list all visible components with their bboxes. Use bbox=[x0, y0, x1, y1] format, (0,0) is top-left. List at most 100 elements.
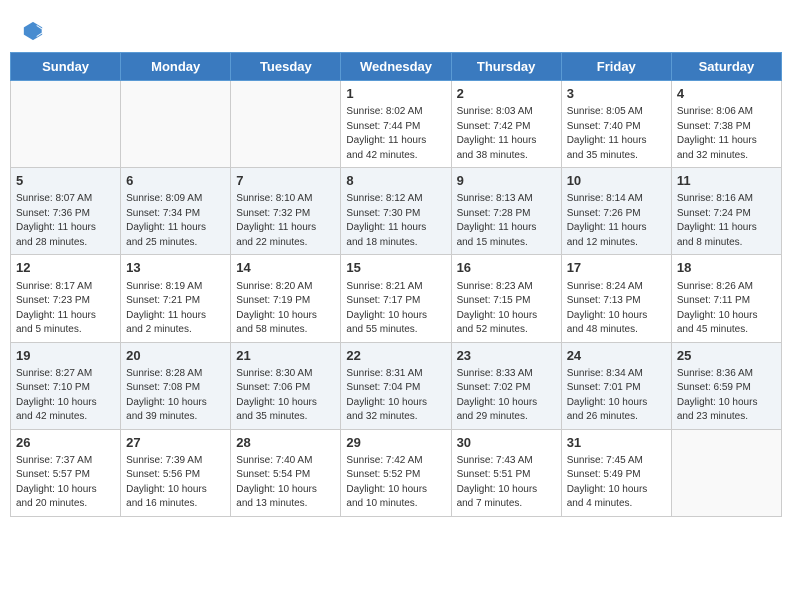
weekday-header: Monday bbox=[121, 53, 231, 81]
calendar-cell: 16 Sunrise: 8:23 AM Sunset: 7:15 PM Dayli… bbox=[451, 255, 561, 342]
weekday-header-row: SundayMondayTuesdayWednesdayThursdayFrid… bbox=[11, 53, 782, 81]
calendar-cell: 23 Sunrise: 8:33 AM Sunset: 7:02 PM Dayli… bbox=[451, 342, 561, 429]
day-number: 1 bbox=[346, 85, 445, 103]
calendar-week-row: 26 Sunrise: 7:37 AM Sunset: 5:57 PM Dayli… bbox=[11, 429, 782, 516]
day-info: Sunrise: 8:26 AM Sunset: 7:11 PM Dayligh… bbox=[677, 280, 776, 338]
weekday-header: Tuesday bbox=[231, 53, 341, 81]
day-info: Sunrise: 7:43 AM Sunset: 5:51 PM Dayligh… bbox=[457, 454, 556, 512]
day-number: 7 bbox=[236, 172, 335, 190]
calendar-cell: 22 Sunrise: 8:31 AM Sunset: 7:04 PM Dayli… bbox=[341, 342, 451, 429]
calendar-cell bbox=[11, 81, 121, 168]
day-info: Sunrise: 8:02 AM Sunset: 7:44 PM Dayligh… bbox=[346, 105, 445, 163]
calendar-cell: 10 Sunrise: 8:14 AM Sunset: 7:26 PM Dayli… bbox=[561, 168, 671, 255]
day-number: 3 bbox=[567, 85, 666, 103]
calendar-cell: 2Sunrise: 8:03 AM Sunset: 7:42 PM Daylig… bbox=[451, 81, 561, 168]
day-number: 31 bbox=[567, 434, 666, 452]
day-info: Sunrise: 8:34 AM Sunset: 7:01 PM Dayligh… bbox=[567, 367, 666, 425]
day-info: Sunrise: 8:14 AM Sunset: 7:26 PM Dayligh… bbox=[567, 192, 666, 250]
day-info: Sunrise: 8:12 AM Sunset: 7:30 PM Dayligh… bbox=[346, 192, 445, 250]
day-number: 27 bbox=[126, 434, 225, 452]
day-number: 24 bbox=[567, 347, 666, 365]
day-info: Sunrise: 8:19 AM Sunset: 7:21 PM Dayligh… bbox=[126, 280, 225, 338]
calendar-cell bbox=[671, 429, 781, 516]
calendar-cell: 4 Sunrise: 8:06 AM Sunset: 7:38 PM Daylig… bbox=[671, 81, 781, 168]
calendar: SundayMondayTuesdayWednesdayThursdayFrid… bbox=[10, 52, 782, 517]
calendar-cell: 12 Sunrise: 8:17 AM Sunset: 7:23 PM Dayli… bbox=[11, 255, 121, 342]
day-number: 19 bbox=[16, 347, 115, 365]
calendar-cell: 13 Sunrise: 8:19 AM Sunset: 7:21 PM Dayli… bbox=[121, 255, 231, 342]
day-number: 8 bbox=[346, 172, 445, 190]
day-info: Sunrise: 8:21 AM Sunset: 7:17 PM Dayligh… bbox=[346, 280, 445, 338]
day-number: 26 bbox=[16, 434, 115, 452]
day-info: Sunrise: 8:07 AM Sunset: 7:36 PM Dayligh… bbox=[16, 192, 115, 250]
day-number: 29 bbox=[346, 434, 445, 452]
day-info: Sunrise: 7:40 AM Sunset: 5:54 PM Dayligh… bbox=[236, 454, 335, 512]
weekday-header: Wednesday bbox=[341, 53, 451, 81]
day-number: 20 bbox=[126, 347, 225, 365]
day-number: 16 bbox=[457, 259, 556, 277]
calendar-week-row: 12 Sunrise: 8:17 AM Sunset: 7:23 PM Dayli… bbox=[11, 255, 782, 342]
day-number: 30 bbox=[457, 434, 556, 452]
calendar-cell: 15 Sunrise: 8:21 AM Sunset: 7:17 PM Dayli… bbox=[341, 255, 451, 342]
calendar-cell: 7 Sunrise: 8:10 AM Sunset: 7:32 PM Daylig… bbox=[231, 168, 341, 255]
day-number: 6 bbox=[126, 172, 225, 190]
weekday-header: Sunday bbox=[11, 53, 121, 81]
calendar-cell: 31 Sunrise: 7:45 AM Sunset: 5:49 PM Dayli… bbox=[561, 429, 671, 516]
day-info: Sunrise: 7:37 AM Sunset: 5:57 PM Dayligh… bbox=[16, 454, 115, 512]
day-info: Sunrise: 8:13 AM Sunset: 7:28 PM Dayligh… bbox=[457, 192, 556, 250]
calendar-cell: 6 Sunrise: 8:09 AM Sunset: 7:34 PM Daylig… bbox=[121, 168, 231, 255]
day-info: Sunrise: 8:31 AM Sunset: 7:04 PM Dayligh… bbox=[346, 367, 445, 425]
day-info: Sunrise: 8:10 AM Sunset: 7:32 PM Dayligh… bbox=[236, 192, 335, 250]
calendar-cell: 17 Sunrise: 8:24 AM Sunset: 7:13 PM Dayli… bbox=[561, 255, 671, 342]
day-number: 15 bbox=[346, 259, 445, 277]
day-number: 11 bbox=[677, 172, 776, 190]
day-number: 14 bbox=[236, 259, 335, 277]
weekday-header: Friday bbox=[561, 53, 671, 81]
day-info: Sunrise: 8:27 AM Sunset: 7:10 PM Dayligh… bbox=[16, 367, 115, 425]
day-number: 28 bbox=[236, 434, 335, 452]
calendar-cell: 30 Sunrise: 7:43 AM Sunset: 5:51 PM Dayli… bbox=[451, 429, 561, 516]
calendar-week-row: 1 Sunrise: 8:02 AM Sunset: 7:44 PM Daylig… bbox=[11, 81, 782, 168]
day-number: 12 bbox=[16, 259, 115, 277]
day-number: 5 bbox=[16, 172, 115, 190]
day-number: 10 bbox=[567, 172, 666, 190]
calendar-cell: 11 Sunrise: 8:16 AM Sunset: 7:24 PM Dayli… bbox=[671, 168, 781, 255]
day-number: 22 bbox=[346, 347, 445, 365]
day-info: Sunrise: 7:39 AM Sunset: 5:56 PM Dayligh… bbox=[126, 454, 225, 512]
day-number: 9 bbox=[457, 172, 556, 190]
day-number: 21 bbox=[236, 347, 335, 365]
calendar-cell: 21Sunrise: 8:30 AM Sunset: 7:06 PM Dayli… bbox=[231, 342, 341, 429]
calendar-cell: 29 Sunrise: 7:42 AM Sunset: 5:52 PM Dayli… bbox=[341, 429, 451, 516]
calendar-cell: 28 Sunrise: 7:40 AM Sunset: 5:54 PM Dayli… bbox=[231, 429, 341, 516]
day-info: Sunrise: 8:23 AM Sunset: 7:15 PM Dayligh… bbox=[457, 280, 556, 338]
logo-icon bbox=[22, 20, 44, 42]
day-number: 4 bbox=[677, 85, 776, 103]
day-info: Sunrise: 8:09 AM Sunset: 7:34 PM Dayligh… bbox=[126, 192, 225, 250]
day-number: 13 bbox=[126, 259, 225, 277]
calendar-cell: 9 Sunrise: 8:13 AM Sunset: 7:28 PM Daylig… bbox=[451, 168, 561, 255]
calendar-week-row: 19 Sunrise: 8:27 AM Sunset: 7:10 PM Dayli… bbox=[11, 342, 782, 429]
header bbox=[10, 10, 782, 47]
calendar-cell: 1 Sunrise: 8:02 AM Sunset: 7:44 PM Daylig… bbox=[341, 81, 451, 168]
calendar-cell: 3Sunrise: 8:05 AM Sunset: 7:40 PM Daylig… bbox=[561, 81, 671, 168]
day-info: Sunrise: 7:45 AM Sunset: 5:49 PM Dayligh… bbox=[567, 454, 666, 512]
day-info: Sunrise: 8:16 AM Sunset: 7:24 PM Dayligh… bbox=[677, 192, 776, 250]
day-number: 18 bbox=[677, 259, 776, 277]
day-info: Sunrise: 8:33 AM Sunset: 7:02 PM Dayligh… bbox=[457, 367, 556, 425]
calendar-cell: 14Sunrise: 8:20 AM Sunset: 7:19 PM Dayli… bbox=[231, 255, 341, 342]
calendar-cell: 25Sunrise: 8:36 AM Sunset: 6:59 PM Dayli… bbox=[671, 342, 781, 429]
logo bbox=[20, 20, 44, 42]
calendar-cell bbox=[121, 81, 231, 168]
calendar-cell: 18 Sunrise: 8:26 AM Sunset: 7:11 PM Dayli… bbox=[671, 255, 781, 342]
day-info: Sunrise: 7:42 AM Sunset: 5:52 PM Dayligh… bbox=[346, 454, 445, 512]
day-info: Sunrise: 8:24 AM Sunset: 7:13 PM Dayligh… bbox=[567, 280, 666, 338]
calendar-cell: 24 Sunrise: 8:34 AM Sunset: 7:01 PM Dayli… bbox=[561, 342, 671, 429]
calendar-cell: 27 Sunrise: 7:39 AM Sunset: 5:56 PM Dayli… bbox=[121, 429, 231, 516]
day-info: Sunrise: 8:17 AM Sunset: 7:23 PM Dayligh… bbox=[16, 280, 115, 338]
day-info: Sunrise: 8:28 AM Sunset: 7:08 PM Dayligh… bbox=[126, 367, 225, 425]
day-info: Sunrise: 8:06 AM Sunset: 7:38 PM Dayligh… bbox=[677, 105, 776, 163]
calendar-cell: 19 Sunrise: 8:27 AM Sunset: 7:10 PM Dayli… bbox=[11, 342, 121, 429]
day-number: 17 bbox=[567, 259, 666, 277]
day-number: 23 bbox=[457, 347, 556, 365]
calendar-week-row: 5 Sunrise: 8:07 AM Sunset: 7:36 PM Daylig… bbox=[11, 168, 782, 255]
